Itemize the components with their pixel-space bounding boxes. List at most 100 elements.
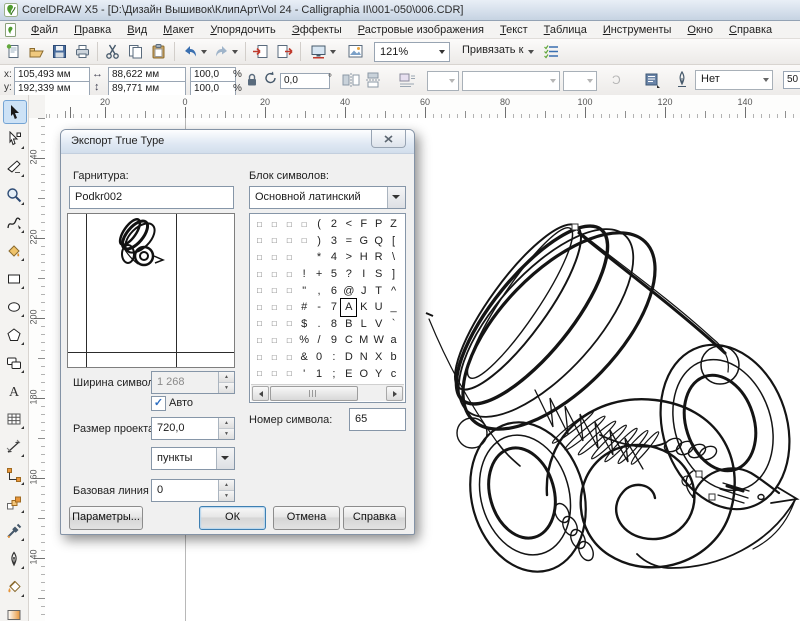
grid-cell[interactable]: ' bbox=[297, 365, 312, 382]
grid-cell[interactable]: □ bbox=[267, 249, 282, 266]
block-dropdown-arrow[interactable] bbox=[387, 187, 405, 208]
tool-rectangle[interactable] bbox=[3, 268, 25, 290]
grid-cell[interactable]: W bbox=[371, 332, 386, 349]
char-number-field[interactable]: 65 bbox=[349, 408, 406, 431]
menu-item-8[interactable]: Таблица bbox=[536, 23, 595, 37]
grid-cell[interactable]: □ bbox=[252, 249, 267, 266]
grid-cell[interactable]: 3 bbox=[326, 233, 341, 250]
grid-cell[interactable]: □ bbox=[282, 266, 297, 283]
grid-cell[interactable]: 8 bbox=[326, 316, 341, 333]
zoom-level-combo[interactable]: 121% bbox=[374, 42, 450, 62]
grid-cell[interactable]: ` bbox=[386, 316, 401, 333]
tool-text[interactable]: A bbox=[3, 380, 25, 402]
grid-cell[interactable]: N bbox=[356, 349, 371, 366]
options-icon[interactable] bbox=[543, 43, 560, 60]
help-button[interactable]: Справка bbox=[343, 506, 406, 530]
tool-crop[interactable] bbox=[3, 156, 25, 178]
menu-item-1[interactable]: Правка bbox=[66, 23, 119, 37]
menu-item-10[interactable]: Окно bbox=[679, 23, 721, 37]
grid-cell[interactable]: □ bbox=[252, 332, 267, 349]
menu-item-11[interactable]: Справка bbox=[721, 23, 780, 37]
node-handle[interactable] bbox=[696, 471, 702, 477]
grid-cell[interactable]: - bbox=[312, 299, 327, 316]
grid-cell[interactable]: 0 bbox=[312, 349, 327, 366]
grid-cell[interactable]: □ bbox=[282, 332, 297, 349]
application-launcher-icon[interactable] bbox=[310, 43, 327, 60]
tool-ellipse[interactable] bbox=[3, 296, 25, 318]
grid-cell[interactable]: < bbox=[341, 216, 356, 233]
grid-cell[interactable]: Z bbox=[386, 216, 401, 233]
grid-cell[interactable]: □ bbox=[267, 299, 282, 316]
grid-cell[interactable]: □ bbox=[282, 316, 297, 333]
node-handle[interactable] bbox=[572, 224, 578, 230]
menu-item-5[interactable]: Эффекты bbox=[284, 23, 350, 37]
grid-cell[interactable]: > bbox=[341, 249, 356, 266]
grid-cell[interactable]: 7 bbox=[326, 299, 341, 316]
grid-cell[interactable] bbox=[297, 249, 312, 266]
grid-cell[interactable]: a bbox=[386, 332, 401, 349]
redo-dropdown-arrow[interactable] bbox=[232, 50, 238, 54]
tool-smart-fill[interactable] bbox=[3, 240, 25, 262]
welcome-screen-icon[interactable] bbox=[347, 43, 364, 60]
grid-cell[interactable]: □ bbox=[252, 299, 267, 316]
grid-cell[interactable]: U bbox=[371, 299, 386, 316]
tool-table[interactable] bbox=[3, 408, 25, 430]
paste-icon[interactable] bbox=[150, 43, 167, 60]
tool-blend[interactable] bbox=[3, 492, 25, 514]
document-icon[interactable] bbox=[4, 23, 17, 37]
grid-cell[interactable]: □ bbox=[252, 266, 267, 283]
grid-cell[interactable]: . bbox=[312, 316, 327, 333]
grid-cell[interactable]: □ bbox=[282, 349, 297, 366]
edge-field-clipped[interactable]: 50 bbox=[783, 71, 800, 89]
grid-cell[interactable]: B bbox=[341, 316, 356, 333]
grid-cell[interactable]: = bbox=[341, 233, 356, 250]
grid-cell[interactable]: H bbox=[356, 249, 371, 266]
grid-cell[interactable]: [ bbox=[386, 233, 401, 250]
export-icon[interactable] bbox=[276, 43, 293, 60]
tool-pick[interactable] bbox=[3, 100, 27, 124]
tool-basic-shapes[interactable] bbox=[3, 352, 25, 374]
grid-cell[interactable]: 9 bbox=[326, 332, 341, 349]
grid-cell[interactable]: _ bbox=[386, 299, 401, 316]
grid-cell[interactable]: D bbox=[341, 349, 356, 366]
open-icon[interactable] bbox=[28, 43, 45, 60]
rotation-angle-field[interactable]: 0,0 bbox=[280, 73, 330, 89]
options-button[interactable]: Параметры... bbox=[69, 506, 143, 530]
tool-connector[interactable] bbox=[3, 464, 25, 486]
tool-parallel-dimension[interactable] bbox=[3, 436, 25, 458]
grid-cell[interactable]: , bbox=[312, 282, 327, 299]
dialog-launcher-icon[interactable] bbox=[643, 72, 660, 88]
snap-dropdown-arrow[interactable] bbox=[528, 50, 534, 54]
grid-cell[interactable]: G bbox=[356, 233, 371, 250]
grid-cell[interactable]: M bbox=[356, 332, 371, 349]
lock-ratio-icon[interactable] bbox=[246, 73, 258, 87]
print-icon[interactable] bbox=[74, 43, 91, 60]
tool-outline-pen[interactable] bbox=[3, 548, 25, 570]
grid-cell[interactable]: 5 bbox=[326, 266, 341, 283]
grid-cell[interactable]: : bbox=[326, 349, 341, 366]
grid-cell[interactable]: □ bbox=[267, 266, 282, 283]
ok-button[interactable]: ОК bbox=[199, 506, 266, 530]
scroll-left-button[interactable] bbox=[252, 386, 269, 401]
grid-cell[interactable]: □ bbox=[282, 365, 297, 382]
baseline-spinner[interactable]: 0 ▲▼ bbox=[151, 479, 235, 502]
grid-cell[interactable]: □ bbox=[267, 282, 282, 299]
units-dropdown-arrow[interactable] bbox=[216, 448, 234, 469]
menu-item-6[interactable]: Растровые изображения bbox=[350, 23, 492, 37]
wrap-text-icon[interactable] bbox=[398, 72, 416, 88]
grid-cell[interactable]: □ bbox=[267, 233, 282, 250]
grid-cell[interactable]: L bbox=[356, 316, 371, 333]
tool-zoom[interactable] bbox=[3, 184, 25, 206]
font-name-field[interactable]: Podkr002 bbox=[69, 186, 234, 209]
menu-item-4[interactable]: Упорядочить bbox=[202, 23, 283, 37]
grid-cell[interactable]: 4 bbox=[326, 249, 341, 266]
grid-cell[interactable]: X bbox=[371, 349, 386, 366]
grid-cell[interactable]: \ bbox=[386, 249, 401, 266]
grid-cell[interactable]: J bbox=[356, 282, 371, 299]
undo-icon[interactable] bbox=[182, 43, 199, 60]
menu-item-3[interactable]: Макет bbox=[155, 23, 202, 37]
mirror-horizontal-icon[interactable] bbox=[342, 72, 360, 88]
grid-cell[interactable]: ! bbox=[297, 266, 312, 283]
grid-horizontal-scrollbar[interactable] bbox=[251, 384, 404, 401]
grid-cell[interactable]: C bbox=[341, 332, 356, 349]
